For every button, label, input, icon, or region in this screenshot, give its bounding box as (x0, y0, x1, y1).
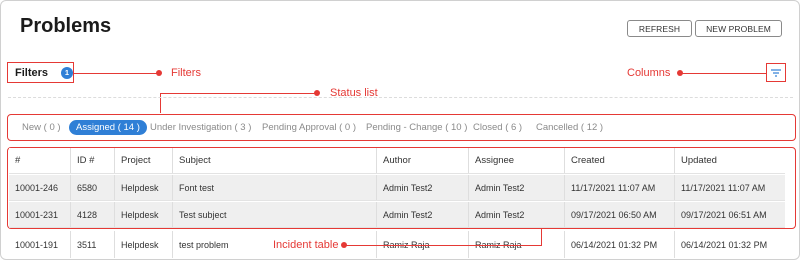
table-annotation-line (344, 245, 542, 246)
cell-updated: 11/17/2021 11:07 AM (681, 182, 766, 193)
table-row[interactable]: 10001-231 4128 Helpdesk Test subject Adm… (9, 202, 785, 228)
cell-created: 06/14/2021 01:32 PM (565, 231, 675, 258)
columns-annotation-line (680, 73, 766, 74)
status-new[interactable]: New ( 0 ) (22, 120, 61, 135)
filters-label: Filters (15, 66, 49, 79)
column-header-created[interactable]: Created (565, 148, 675, 173)
column-header-assignee[interactable]: Assignee (469, 148, 565, 173)
columns-annotation-label: Columns (627, 67, 671, 79)
cell-subject: Font test (173, 175, 377, 200)
column-header-id[interactable]: ID # (71, 148, 115, 173)
filters-annotation-label: Filters (171, 67, 201, 79)
cell-project: Helpdesk (115, 175, 173, 200)
column-header-number[interactable]: # (9, 148, 71, 173)
status-annotation-line (160, 93, 317, 94)
table-row[interactable]: 10001-246 6580 Helpdesk Font test Admin … (9, 175, 785, 201)
status-pending-approval[interactable]: Pending Approval ( 0 ) (262, 120, 356, 135)
column-header-subject[interactable]: Subject (173, 148, 377, 173)
cell-number: 10001-231 (9, 202, 71, 227)
column-header-author[interactable]: Author (377, 148, 469, 173)
cell-assignee: Admin Test2 (469, 202, 565, 227)
table-header-row: # ID # Project Subject Author Assignee C… (9, 148, 785, 174)
new-problem-button[interactable]: NEW PROBLEM (695, 20, 782, 37)
cell-number: 10001-191 (9, 231, 71, 258)
cell-author: Admin Test2 (377, 202, 469, 227)
cell-author: Admin Test2 (377, 175, 469, 200)
status-cancelled[interactable]: Cancelled ( 12 ) (536, 120, 603, 135)
refresh-button[interactable]: REFRESH (627, 20, 692, 37)
filter-lines-icon (771, 68, 781, 77)
filters-toggle[interactable]: Filters 1 (7, 62, 74, 83)
status-pending-change[interactable]: Pending - Change ( 10 ) (366, 120, 467, 135)
table-annotation-vline (541, 228, 542, 245)
filters-count-badge: 1 (61, 66, 73, 79)
status-annotation-vline (160, 93, 161, 113)
cell-created: 09/17/2021 06:50 AM (565, 202, 675, 227)
status-assigned[interactable]: Assigned ( 14 ) (69, 120, 147, 135)
page-title: Problems (20, 15, 112, 37)
cell-id: 6580 (71, 175, 115, 200)
cell-project: Helpdesk (115, 231, 173, 258)
column-header-updated[interactable]: Updated (675, 148, 785, 173)
status-annotation-dot (314, 90, 320, 96)
status-closed[interactable]: Closed ( 6 ) (473, 120, 522, 135)
cell-id: 4128 (71, 202, 115, 227)
table-annotation-label: Incident table (271, 239, 341, 251)
cell-updated: 09/17/2021 06:51 AM (681, 209, 767, 220)
status-under-investigation[interactable]: Under Investigation ( 3 ) (150, 120, 251, 135)
cell-assignee: Admin Test2 (469, 175, 565, 200)
column-header-project[interactable]: Project (115, 148, 173, 173)
columns-button[interactable] (766, 63, 786, 82)
cell-project: Helpdesk (115, 202, 173, 227)
filters-annotation-line (74, 73, 159, 74)
divider (8, 97, 793, 98)
cell-id: 3511 (71, 231, 115, 258)
cell-subject: Test subject (173, 202, 377, 227)
cell-number: 10001-246 (9, 175, 71, 200)
filters-annotation-dot (156, 70, 162, 76)
cell-updated: 06/14/2021 01:32 PM (681, 239, 768, 250)
cell-created: 11/17/2021 11:07 AM (565, 175, 675, 200)
table-annotation-dot (341, 242, 347, 248)
